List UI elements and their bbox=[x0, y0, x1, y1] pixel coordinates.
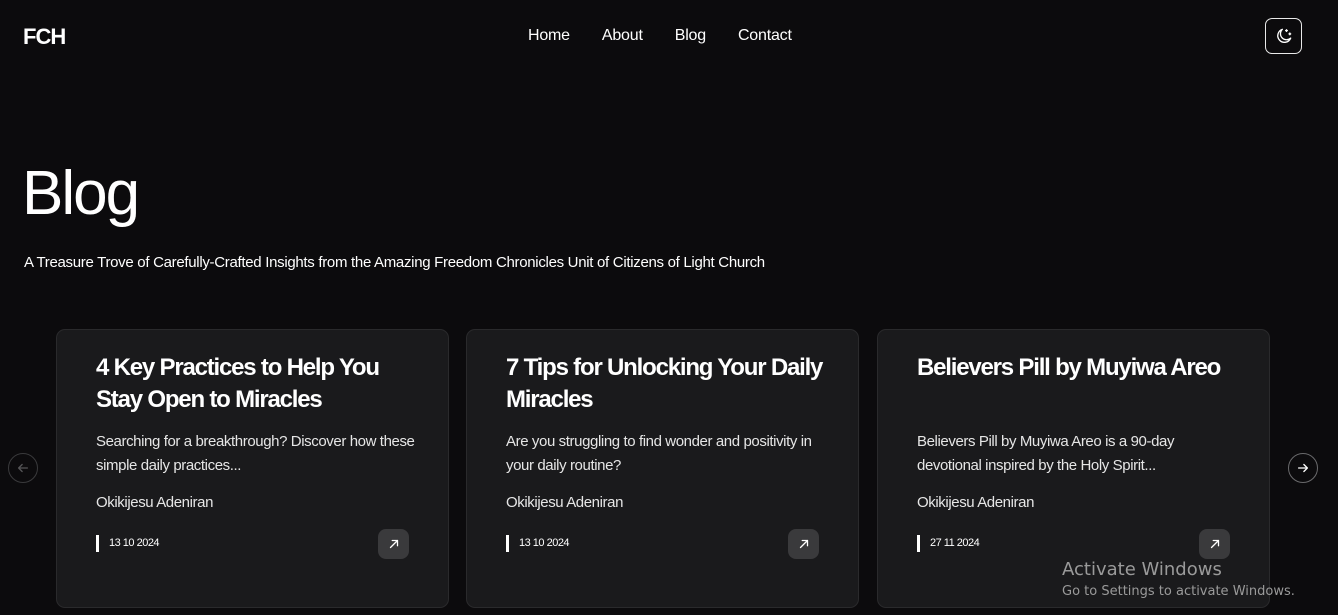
read-post-button[interactable] bbox=[1199, 529, 1230, 559]
activate-windows-watermark: Activate Windows Go to Settings to activ… bbox=[1062, 559, 1295, 599]
nav-home-link[interactable]: Home bbox=[528, 27, 570, 45]
arrow-right-icon bbox=[1297, 463, 1309, 473]
page-title: Blog bbox=[22, 159, 140, 228]
arrow-left-icon bbox=[17, 463, 29, 473]
read-post-button[interactable] bbox=[788, 529, 819, 559]
carousel-prev-button[interactable] bbox=[8, 453, 38, 483]
carousel-next-button[interactable] bbox=[1288, 453, 1318, 483]
arrow-up-right-icon bbox=[389, 539, 398, 549]
post-date: 27 11 2024 bbox=[917, 535, 980, 552]
post-excerpt: Are you struggling to find wonder and po… bbox=[506, 433, 812, 474]
post-title[interactable]: 4 Key Practices to Help You Stay Open to… bbox=[96, 352, 426, 416]
blog-post-card[interactable]: 7 Tips for Unlocking Your Daily Miracles… bbox=[466, 329, 859, 608]
read-post-button[interactable] bbox=[378, 529, 409, 559]
nav-about-link[interactable]: About bbox=[602, 27, 643, 45]
moon-stars-icon bbox=[1276, 28, 1291, 43]
watermark-title: Activate Windows bbox=[1062, 559, 1222, 580]
post-author: Okikijesu Adeniran bbox=[506, 494, 624, 511]
post-date: 13 10 2024 bbox=[506, 535, 570, 552]
post-date: 13 10 2024 bbox=[96, 535, 160, 552]
post-title[interactable]: 7 Tips for Unlocking Your Daily Miracles bbox=[506, 352, 836, 416]
watermark-subtitle: Go to Settings to activate Windows. bbox=[1062, 584, 1295, 599]
theme-toggle-button[interactable] bbox=[1265, 18, 1302, 54]
post-excerpt: Searching for a breakthrough? Discover h… bbox=[96, 433, 415, 474]
nav-contact-link[interactable]: Contact bbox=[738, 27, 792, 45]
post-excerpt: Believers Pill by Muyiwa Areo is a 90-da… bbox=[917, 433, 1175, 474]
site-logo[interactable]: FCH bbox=[23, 24, 66, 50]
main-nav: Home About Blog Contact bbox=[528, 27, 824, 45]
nav-blog-link[interactable]: Blog bbox=[675, 27, 706, 45]
arrow-up-right-icon bbox=[1210, 539, 1219, 549]
post-author: Okikijesu Adeniran bbox=[96, 494, 214, 511]
blog-post-card[interactable]: 4 Key Practices to Help You Stay Open to… bbox=[56, 329, 449, 608]
page-subtitle: A Treasure Trove of Carefully-Crafted In… bbox=[24, 254, 765, 271]
post-title[interactable]: Believers Pill by Muyiwa Areo bbox=[917, 352, 1247, 384]
arrow-up-right-icon bbox=[799, 539, 808, 549]
post-author: Okikijesu Adeniran bbox=[917, 494, 1035, 511]
